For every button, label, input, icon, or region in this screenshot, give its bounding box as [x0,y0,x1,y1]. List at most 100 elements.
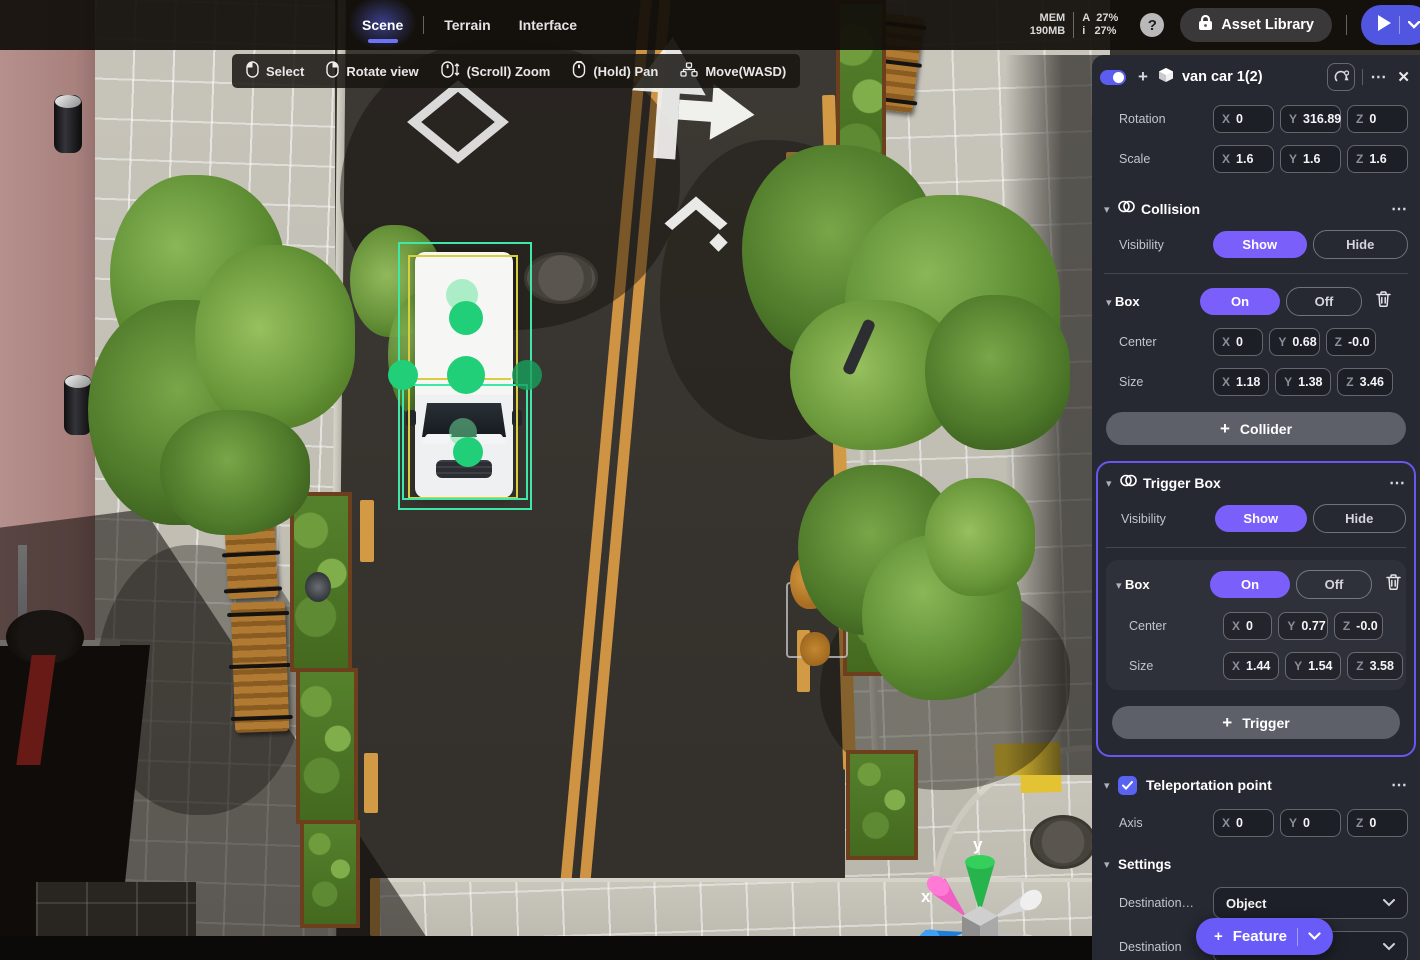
divider [1104,273,1408,274]
tool-select[interactable]: Select [246,61,304,81]
add-feature-button[interactable]: + Feature [1196,918,1333,955]
collapse-caret-icon[interactable]: ▾ [1106,477,1120,490]
mouse-hold-icon [572,61,586,81]
off-button[interactable]: Off [1286,287,1362,316]
show-button[interactable]: Show [1215,505,1307,532]
collapse-caret-icon[interactable]: ▾ [1104,779,1118,792]
settings-header[interactable]: ▾ Settings [1104,857,1408,872]
gizmo-handle[interactable] [453,437,483,467]
destination-type-label: Destination… [1104,896,1213,910]
trash-icon[interactable] [1386,574,1401,595]
tree [925,295,1070,450]
tool-rotate-view[interactable]: Rotate view [326,61,418,81]
center-x-field[interactable]: X0 [1213,328,1263,356]
trash-icon[interactable] [1376,291,1391,312]
asset-library-label: Asset Library [1221,17,1314,33]
show-button[interactable]: Show [1213,231,1307,258]
gizmo-handle[interactable] [512,360,542,390]
axis-z-field[interactable]: Z0 [1347,809,1408,837]
chevron-down-icon [1383,938,1395,956]
rotation-z-field[interactable]: Z0 [1347,105,1408,133]
tab-interface[interactable]: Interface [505,0,591,50]
help-button[interactable]: ? [1140,13,1164,37]
asset-library-button[interactable]: Asset Library [1180,8,1332,42]
mouse-right-click-icon [326,61,339,81]
hide-button[interactable]: Hide [1313,230,1409,259]
more-options-icon[interactable]: ⋯ [1370,67,1387,87]
size-x-field[interactable]: X1.44 [1223,652,1279,680]
center-z-field[interactable]: Z-0.0 [1326,328,1376,356]
size-x-field[interactable]: X1.18 [1213,368,1269,396]
scale-label: Scale [1104,152,1213,166]
top-bar: Scene Terrain Interface MEM 190MB A 27% … [0,0,1420,50]
add-component-button[interactable]: + [1138,67,1148,87]
gizmo-handle[interactable] [449,301,483,335]
settings-title: Settings [1118,857,1171,872]
rotation-x-field[interactable]: X0 [1213,105,1274,133]
collapse-caret-icon[interactable]: ▾ [1104,203,1118,216]
feature-chevron-icon[interactable] [1308,928,1321,946]
collapse-caret-icon: ▾ [1106,297,1112,309]
destination-type-select[interactable]: Object [1213,887,1408,919]
play-button[interactable] [1361,5,1420,45]
object-enabled-toggle[interactable] [1100,70,1126,85]
on-button[interactable]: On [1200,288,1280,315]
gizmo-handle[interactable] [388,360,418,390]
mouse-left-click-icon [246,61,259,81]
bottom-bar [0,936,1092,960]
size-y-field[interactable]: Y1.54 [1285,652,1341,680]
rotation-label: Rotation [1104,112,1213,126]
trash-bin [54,95,82,153]
inspector-header: + van car 1(2) ⋯ ✕ [1092,55,1420,99]
more-options-icon[interactable]: ⋯ [1391,199,1408,219]
off-button[interactable]: Off [1296,570,1372,599]
tool-pan[interactable]: (Hold) Pan [572,61,658,81]
tab-terrain[interactable]: Terrain [430,0,504,50]
more-options-icon[interactable]: ⋯ [1391,775,1408,795]
gizmo-handle[interactable] [447,356,485,394]
plus-icon: + [1220,419,1230,439]
tab-scene[interactable]: Scene [348,0,417,50]
question-icon: ? [1148,17,1157,34]
add-collider-button[interactable]: +Collider [1106,412,1406,445]
axis-y-label: Y [1289,112,1297,126]
center-z-field[interactable]: Z-0.0 [1334,612,1383,640]
add-trigger-button[interactable]: +Trigger [1112,706,1400,739]
replace-object-button[interactable] [1327,63,1355,91]
scale-z-field[interactable]: Z1.6 [1347,145,1408,173]
stat-i: i 27% [1082,25,1118,38]
close-icon[interactable]: ✕ [1397,68,1410,86]
size-z-field[interactable]: Z3.46 [1337,368,1393,396]
axis-x-field[interactable]: X0 [1213,809,1274,837]
axis-row: Axis X0 Y0 Z0 [1104,809,1408,837]
mem-label: MEM [1030,12,1065,25]
on-button[interactable]: On [1210,571,1290,598]
teleportation-checkbox[interactable] [1118,776,1137,795]
axis-y-field[interactable]: Y0 [1280,809,1341,837]
visibility-row: Visibility Show Hide [1104,230,1408,259]
size-y-field[interactable]: Y1.38 [1275,368,1331,396]
play-chevron-icon[interactable] [1408,16,1420,34]
viewport-toolbar: Select Rotate view (Scroll) Zoom (Hold) … [232,54,800,88]
tool-zoom[interactable]: (Scroll) Zoom [441,61,551,81]
center-y-field[interactable]: Y0.68 [1269,328,1319,356]
plus-icon: + [1222,713,1232,733]
scale-y-field[interactable]: Y1.6 [1280,145,1341,173]
van-object[interactable] [398,238,532,512]
play-icon [1377,15,1391,36]
hide-button[interactable]: Hide [1313,504,1407,533]
scale-x-field[interactable]: X1.6 [1213,145,1274,173]
center-x-field[interactable]: X0 [1223,612,1272,640]
more-options-icon[interactable]: ⋯ [1389,473,1406,493]
center-y-field[interactable]: Y0.77 [1278,612,1327,640]
move-nodes-icon [680,62,698,80]
rotation-y-field[interactable]: Y316.89 [1280,105,1341,133]
trigger-box-title: Trigger Box [1143,475,1389,491]
tab-divider [423,16,424,34]
mouse-scroll-icon [441,61,460,81]
tool-move[interactable]: Move(WASD) [680,62,786,80]
size-z-field[interactable]: Z3.58 [1347,652,1403,680]
manhole-cover [524,252,598,304]
performance-stats: MEM 190MB A 27% i 27% [1030,12,1119,38]
svg-text:y: y [973,835,983,854]
